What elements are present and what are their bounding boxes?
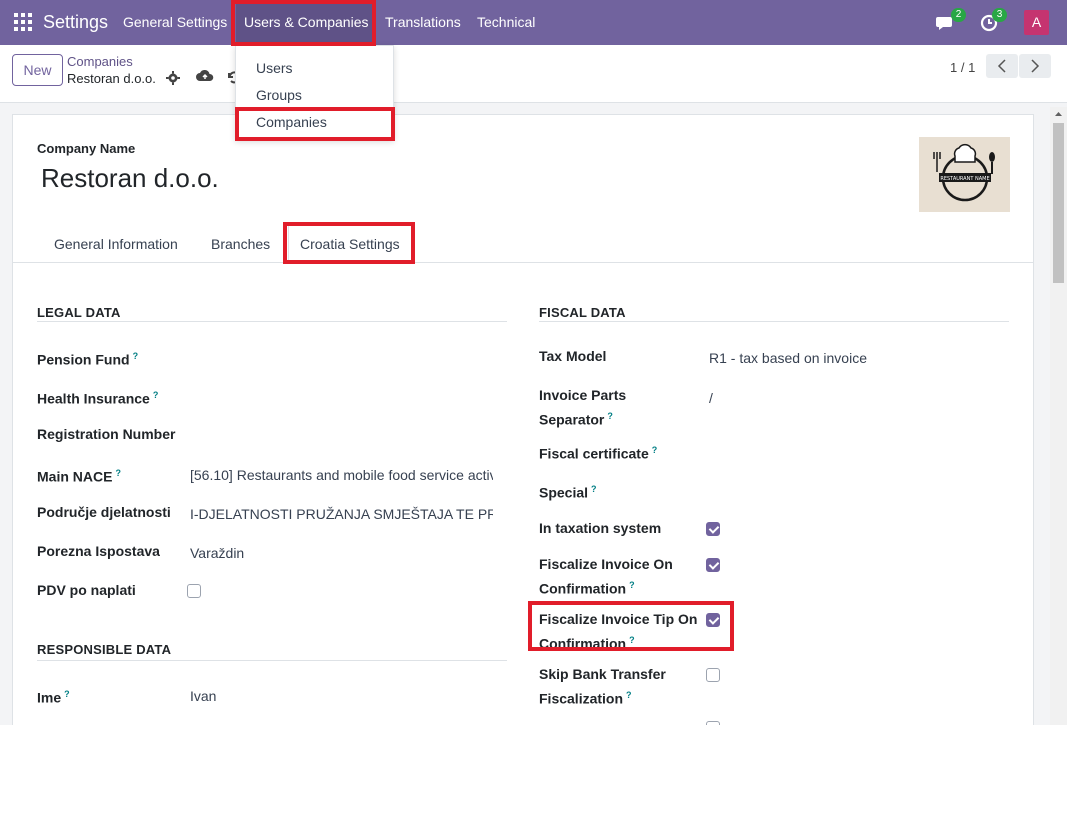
menu-users-companies[interactable]: Users & Companies — [244, 14, 369, 30]
porezna-ispostava-value[interactable]: Varaždin — [190, 545, 493, 561]
users-companies-dropdown: Users Groups Companies — [235, 45, 394, 140]
company-name-field[interactable]: Restoran d.o.o. — [41, 163, 219, 194]
tax-model-value[interactable]: R1 - tax based on invoice — [709, 350, 1009, 366]
restaurant-logo-icon: RESTAURANT NAME — [932, 143, 995, 201]
scrollbar-thumb[interactable] — [1053, 123, 1064, 283]
responsible-data-title: RESPONSIBLE DATA — [37, 642, 172, 657]
next-field-checkbox[interactable] — [706, 721, 720, 725]
main-nace-value[interactable]: [56.10] Restaurants and mobile food serv… — [190, 467, 493, 483]
breadcrumb-current: Restoran d.o.o. — [67, 71, 156, 86]
help-icon[interactable]: ? — [629, 635, 635, 645]
help-icon[interactable]: ? — [607, 411, 613, 421]
app-title[interactable]: Settings — [43, 12, 108, 33]
logo-text: RESTAURANT NAME — [940, 176, 989, 182]
tab-branches[interactable]: Branches — [211, 236, 270, 252]
ime-label: Ime? — [37, 689, 70, 706]
help-icon[interactable]: ? — [626, 690, 632, 700]
podrucje-djelatnosti-label: Područje djelatnosti — [37, 504, 171, 520]
pager-previous-button[interactable] — [986, 54, 1018, 78]
chevron-right-icon — [1031, 59, 1040, 73]
form-sheet: Company Name Restoran d.o.o. RESTAURANT … — [12, 114, 1034, 725]
invoice-parts-separator-value[interactable]: / — [709, 390, 759, 406]
menu-general-settings[interactable]: General Settings — [123, 14, 227, 30]
in-taxation-system-checkbox[interactable] — [706, 522, 720, 536]
fiscalize-invoice-tip-checkbox[interactable] — [706, 613, 720, 627]
fiscal-data-divider — [539, 321, 1009, 322]
fiscalize-invoice-tip-label: Fiscalize Invoice Tip On Confirmation? — [539, 611, 698, 652]
pager-next-button[interactable] — [1019, 54, 1051, 78]
porezna-ispostava-label: Porezna Ispostava — [37, 543, 160, 559]
fiscal-data-title: FISCAL DATA — [539, 305, 626, 320]
help-icon[interactable]: ? — [64, 689, 70, 699]
company-logo[interactable]: RESTAURANT NAME — [919, 137, 1010, 212]
control-panel: New Companies Restoran d.o.o. 1 / 1 — [0, 45, 1067, 103]
pdv-po-naplati-checkbox[interactable] — [187, 584, 201, 598]
notebook-tabs: General Information Branches Croatia Set… — [13, 223, 1033, 263]
pdv-po-naplati-label: PDV po naplati — [37, 582, 136, 598]
help-icon[interactable]: ? — [652, 445, 658, 455]
help-icon[interactable]: ? — [629, 580, 635, 590]
help-icon[interactable]: ? — [591, 484, 597, 494]
chevron-left-icon — [997, 59, 1006, 73]
activities-badge: 3 — [992, 8, 1007, 22]
help-icon[interactable]: ? — [115, 468, 121, 478]
skip-bank-transfer-checkbox[interactable] — [706, 668, 720, 682]
fiscalize-invoice-on-confirmation-label: Fiscalize Invoice On Confirmation? — [539, 556, 673, 597]
legal-data-title: LEGAL DATA — [37, 305, 121, 320]
podrucje-djelatnosti-value[interactable]: I-DJELATNOSTI PRUŽANJA SMJEŠTAJA TE PRIP… — [190, 506, 493, 522]
skip-bank-transfer-label: Skip Bank Transfer Fiscalization? — [539, 666, 666, 707]
pager-value[interactable]: 1 / 1 — [950, 60, 975, 75]
gear-icon[interactable] — [166, 71, 180, 85]
company-name-label: Company Name — [37, 141, 136, 156]
tab-croatia-settings[interactable]: Croatia Settings — [300, 236, 400, 252]
invoice-parts-separator-label: Invoice Parts Separator? — [539, 387, 627, 428]
responsible-data-divider — [37, 660, 507, 661]
app-viewport: Settings General Settings Users & Compan… — [0, 0, 1067, 725]
menu-technical[interactable]: Technical — [477, 14, 535, 30]
apps-grid-icon[interactable] — [14, 13, 32, 31]
pension-fund-label: Pension Fund? — [37, 351, 139, 368]
dropdown-item-users[interactable]: Users — [256, 60, 293, 76]
breadcrumb-parent[interactable]: Companies — [67, 54, 133, 69]
legal-data-divider — [37, 321, 507, 322]
new-button[interactable]: New — [12, 54, 63, 86]
vertical-scrollbar[interactable] — [1050, 107, 1067, 725]
fiscalize-invoice-on-confirmation-checkbox[interactable] — [706, 558, 720, 572]
help-icon[interactable]: ? — [133, 351, 139, 361]
help-icon[interactable]: ? — [153, 390, 159, 400]
cloud-upload-icon[interactable] — [196, 69, 214, 83]
health-insurance-label: Health Insurance? — [37, 390, 159, 407]
special-label: Special? — [539, 484, 597, 501]
tax-model-label: Tax Model — [539, 348, 607, 364]
top-navbar: Settings General Settings Users & Compan… — [0, 0, 1067, 45]
messages-badge: 2 — [951, 8, 966, 22]
tab-general-information[interactable]: General Information — [54, 236, 178, 252]
user-avatar[interactable]: A — [1024, 10, 1049, 35]
main-nace-label: Main NACE? — [37, 468, 121, 485]
menu-translations[interactable]: Translations — [385, 14, 461, 30]
fiscal-certificate-label: Fiscal certificate? — [539, 445, 658, 462]
scroll-up-arrow-icon[interactable] — [1050, 108, 1067, 120]
dropdown-item-companies[interactable]: Companies — [256, 114, 327, 130]
dropdown-item-groups[interactable]: Groups — [256, 87, 302, 103]
registration-number-label: Registration Number — [37, 426, 176, 442]
in-taxation-system-label: In taxation system — [539, 520, 662, 536]
ime-value[interactable]: Ivan — [190, 688, 493, 704]
